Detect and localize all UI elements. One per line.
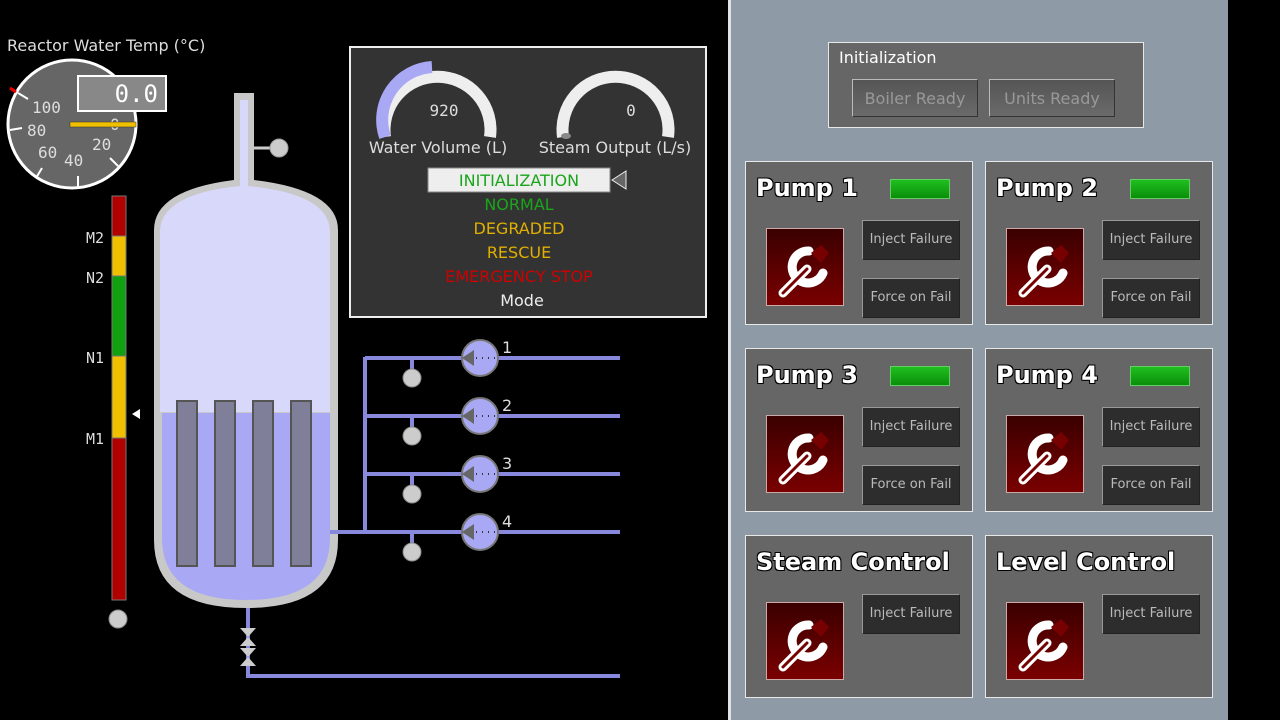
unit-title: Pump 1	[756, 174, 858, 202]
heater-rod	[290, 400, 312, 567]
heater-rod	[252, 400, 274, 567]
level-marker-icon	[132, 409, 140, 419]
inject-failure-button[interactable]: Inject Failure	[862, 594, 960, 634]
unit-card-pump-2: Pump 2 Inject Failure Force on Fail	[985, 161, 1213, 325]
force-on-fail-button[interactable]: Force on Fail	[1102, 465, 1200, 505]
inject-failure-button[interactable]: Inject Failure	[862, 220, 960, 260]
water-volume-label: Water Volume (L)	[369, 138, 507, 157]
boiler-ready-button[interactable]: Boiler Ready	[852, 79, 978, 117]
inject-failure-button[interactable]: Inject Failure	[1102, 220, 1200, 260]
unit-card-pump-3: Pump 3 Inject Failure Force on Fail	[745, 348, 973, 512]
temp-value: 0.0	[115, 80, 158, 108]
force-on-fail-button[interactable]: Force on Fail	[862, 278, 960, 318]
pump-number: 4	[502, 512, 512, 531]
level-sensor-icon	[108, 609, 128, 629]
mode-rescue[interactable]: RESCUE	[487, 243, 551, 262]
temp-tick: 40	[64, 151, 83, 170]
unit-card-pump-4: Pump 4 Inject Failure Force on Fail	[985, 348, 1213, 512]
pump-number: 3	[502, 454, 512, 473]
process-diagram: Reactor Water Temp (°C) 100 80 60 40 20 …	[6, 36, 707, 678]
flow-sensor-icon	[402, 484, 422, 504]
wrench-icon	[778, 432, 829, 485]
flow-sensor-icon	[402, 542, 422, 562]
status-led	[1130, 366, 1190, 386]
pump-1[interactable]: 1	[402, 338, 512, 388]
heater-rod	[214, 400, 236, 567]
initialization-title: Initialization	[839, 48, 937, 67]
temp-tick: 60	[38, 143, 57, 162]
temp-tick: 100	[32, 98, 61, 117]
repair-button[interactable]	[766, 228, 844, 306]
inject-failure-button[interactable]: Inject Failure	[862, 407, 960, 447]
heater-rod	[176, 400, 198, 567]
wrench-icon	[1018, 619, 1069, 672]
force-on-fail-button[interactable]: Force on Fail	[1102, 278, 1200, 318]
water-volume-value: 920	[430, 101, 459, 120]
unit-title: Level Control	[996, 548, 1176, 576]
pump-number: 1	[502, 338, 512, 357]
repair-button[interactable]	[766, 415, 844, 493]
temperature-gauge: 100 80 60 40 20 0 0.0	[6, 58, 167, 190]
level-label: N2	[86, 269, 104, 287]
repair-button[interactable]	[1006, 602, 1084, 680]
repair-button[interactable]	[766, 602, 844, 680]
pump-3[interactable]: 3	[402, 454, 512, 504]
unit-title: Pump 4	[996, 361, 1098, 389]
pump-2[interactable]: 2	[402, 396, 512, 446]
mode-emergency-stop[interactable]: EMERGENCY STOP	[445, 267, 593, 286]
force-on-fail-button[interactable]: Force on Fail	[862, 465, 960, 505]
wrench-icon	[778, 619, 829, 672]
mode-normal[interactable]: NORMAL	[484, 195, 553, 214]
initialization-box: Initialization Boiler Ready Units Ready	[828, 42, 1144, 128]
temp-needle	[69, 121, 137, 128]
mode-label: Mode	[500, 291, 544, 310]
level-label: M2	[86, 229, 104, 247]
pump-4[interactable]: 4	[402, 512, 512, 562]
units-ready-button[interactable]: Units Ready	[989, 79, 1115, 117]
mode-panel: 920 Water Volume (L) 0 Steam Output (L/s…	[349, 46, 707, 318]
steam-output-label: Steam Output (L/s)	[539, 138, 692, 157]
level-label: N1	[86, 349, 104, 367]
temp-tick: 80	[27, 121, 46, 140]
status-led	[890, 179, 950, 199]
repair-button[interactable]	[1006, 415, 1084, 493]
status-led	[890, 366, 950, 386]
wrench-icon	[1018, 245, 1069, 298]
temp-tick: 20	[92, 135, 111, 154]
flow-sensor-icon	[402, 426, 422, 446]
unit-card-steam-control: Steam Control Inject Failure	[745, 535, 973, 698]
pump-number: 2	[502, 396, 512, 415]
status-led	[1130, 179, 1190, 199]
pressure-sensor-icon	[269, 138, 289, 158]
mode-degraded[interactable]: DEGRADED	[474, 219, 565, 238]
unit-card-pump-1: Pump 1 Inject Failure Force on Fail	[745, 161, 973, 325]
unit-card-level-control: Level Control Inject Failure	[985, 535, 1213, 698]
mode-initialization[interactable]: INITIALIZATION	[459, 171, 579, 190]
wrench-icon	[1018, 432, 1069, 485]
unit-title: Pump 3	[756, 361, 858, 389]
wrench-icon	[778, 245, 829, 298]
unit-title: Pump 2	[996, 174, 1098, 202]
inject-failure-button[interactable]: Inject Failure	[1102, 407, 1200, 447]
steam-output-value: 0	[626, 101, 636, 120]
boiler-vessel	[154, 93, 338, 608]
inject-failure-button[interactable]: Inject Failure	[1102, 594, 1200, 634]
unit-title: Steam Control	[756, 548, 950, 576]
level-bar	[111, 195, 127, 601]
flow-sensor-icon	[402, 368, 422, 388]
temp-gauge-label: Reactor Water Temp (°C)	[7, 36, 205, 55]
level-label: M1	[86, 430, 104, 448]
repair-button[interactable]	[1006, 228, 1084, 306]
